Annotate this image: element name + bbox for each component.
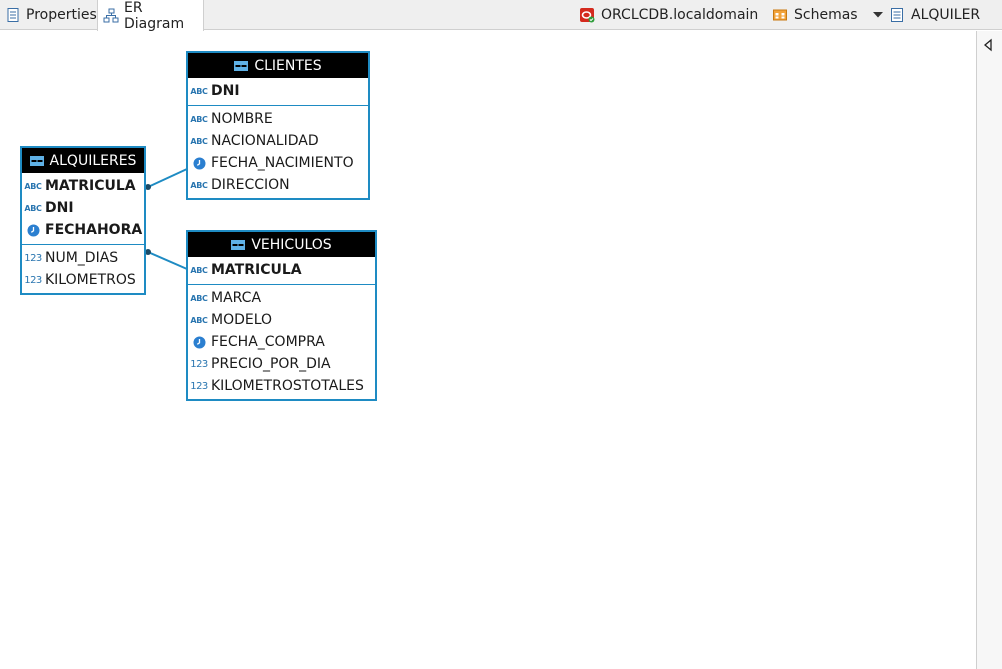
column-row[interactable]: ABC NOMBRE <box>188 108 368 130</box>
table-icon <box>29 155 44 166</box>
key-columns: ABC DNI <box>188 78 368 106</box>
tab-er-diagram[interactable]: ER Diagram <box>97 0 204 32</box>
oracle-connection-icon <box>580 8 595 23</box>
entity-header[interactable]: ALQUILERES <box>22 148 144 173</box>
schemas-selector[interactable]: Schemas <box>772 0 858 30</box>
table-icon <box>231 239 246 250</box>
column-row[interactable]: ABC MARCA <box>188 287 375 309</box>
entity-header[interactable]: VEHICULOS <box>188 232 375 257</box>
column-row[interactable]: 123 KILOMETROS <box>22 269 144 291</box>
entity-header[interactable]: CLIENTES <box>188 53 368 78</box>
column-row[interactable]: ABC NACIONALIDAD <box>188 130 368 152</box>
attribute-columns: ABC NOMBRE ABC NACIONALIDAD FECHA_NACIMIENTO… <box>188 106 368 198</box>
database-selector[interactable]: ALQUILER <box>889 0 980 30</box>
column-row[interactable]: ABC MODELO <box>188 309 375 331</box>
text-type-icon: ABC <box>190 265 208 275</box>
column-name: FECHA_COMPRA <box>211 334 325 350</box>
column-name: KILOMETROSTOTALES <box>211 378 364 394</box>
er-diagram-icon <box>103 8 119 22</box>
column-name: DIRECCION <box>211 177 290 193</box>
table-icon <box>234 60 249 71</box>
column-name: MODELO <box>211 312 273 328</box>
text-type-icon: ABC <box>190 136 208 146</box>
properties-icon <box>7 8 19 22</box>
column-name: NACIONALIDAD <box>211 133 319 149</box>
column-row[interactable]: FECHA_COMPRA <box>188 331 375 353</box>
text-type-icon: ABC <box>190 180 208 190</box>
text-type-icon: ABC <box>190 86 208 96</box>
entity-vehiculos[interactable]: VEHICULOS ABC MATRICULA ABC MARCA ABC MODELO… <box>186 230 377 401</box>
connection-label: ORCLCDB.localdomain <box>601 7 759 23</box>
column-name: DNI <box>211 83 240 99</box>
column-name: FECHAHORA <box>45 222 143 238</box>
column-name: DNI <box>45 200 74 216</box>
attribute-columns: 123 NUM_DIAS 123 KILOMETROS <box>22 245 144 293</box>
key-column-row[interactable]: FECHAHORA <box>22 219 144 241</box>
diagram-canvas[interactable] <box>0 31 976 669</box>
chevron-down-icon <box>873 12 883 18</box>
text-type-icon: ABC <box>190 315 208 325</box>
tab-er-diagram-label: ER Diagram <box>124 0 185 32</box>
database-label: ALQUILER <box>911 7 981 23</box>
schemas-label: Schemas <box>794 7 858 23</box>
column-row[interactable]: 123 PRECIO_POR_DIA <box>188 353 375 375</box>
key-column-row[interactable]: ABC MATRICULA <box>22 175 144 197</box>
column-name: PRECIO_POR_DIA <box>211 356 331 372</box>
column-name: MATRICULA <box>45 178 136 194</box>
tab-properties[interactable]: Properties <box>0 0 97 30</box>
side-panel-strip <box>976 31 1002 669</box>
connection-selector[interactable]: ORCLCDB.localdomain <box>579 0 758 30</box>
clock-icon <box>190 157 208 169</box>
entity-clientes[interactable]: CLIENTES ABC DNI ABC NOMBRE ABC NACIONALIDAD… <box>186 51 370 200</box>
key-column-row[interactable]: ABC DNI <box>22 197 144 219</box>
column-row[interactable]: 123 NUM_DIAS <box>22 247 144 269</box>
column-name: NOMBRE <box>211 111 273 127</box>
entity-title: CLIENTES <box>254 57 322 74</box>
text-type-icon: ABC <box>24 203 42 213</box>
number-type-icon: 123 <box>24 274 42 286</box>
column-name: MARCA <box>211 290 262 306</box>
tab-properties-label: Properties <box>26 7 97 23</box>
text-type-icon: ABC <box>190 293 208 303</box>
database-icon <box>891 8 903 22</box>
collapse-panel-icon[interactable] <box>981 37 997 53</box>
text-type-icon: ABC <box>24 181 42 191</box>
column-name: NUM_DIAS <box>45 250 119 266</box>
entity-title: ALQUILERES <box>49 152 137 169</box>
key-column-row[interactable]: ABC MATRICULA <box>188 259 375 281</box>
column-row[interactable]: ABC DIRECCION <box>188 174 368 196</box>
schemas-icon <box>773 9 787 21</box>
number-type-icon: 123 <box>190 380 208 392</box>
number-type-icon: 123 <box>190 358 208 370</box>
column-name: FECHA_NACIMIENTO <box>211 155 354 171</box>
entity-title: VEHICULOS <box>251 236 332 253</box>
number-type-icon: 123 <box>24 252 42 264</box>
column-name: KILOMETROS <box>45 272 136 288</box>
clock-icon <box>24 224 42 236</box>
entity-alquileres[interactable]: ALQUILERES ABC MATRICULA ABC DNI FECHAHORA 1… <box>20 146 146 295</box>
text-type-icon: ABC <box>190 114 208 124</box>
attribute-columns: ABC MARCA ABC MODELO FECHA_COMPRA 123 PRECIO_P… <box>188 285 375 399</box>
key-columns: ABC MATRICULA <box>188 257 375 285</box>
clock-icon <box>190 336 208 348</box>
schemas-dropdown-button[interactable] <box>871 0 885 30</box>
column-row[interactable]: 123 KILOMETROSTOTALES <box>188 375 375 397</box>
key-columns: ABC MATRICULA ABC DNI FECHAHORA <box>22 173 144 245</box>
editor-toolbar: Properties ER Diagram ORCLCDB.localdomai… <box>0 0 1002 32</box>
key-column-row[interactable]: ABC DNI <box>188 80 368 102</box>
column-name: MATRICULA <box>211 262 302 278</box>
column-row[interactable]: FECHA_NACIMIENTO <box>188 152 368 174</box>
